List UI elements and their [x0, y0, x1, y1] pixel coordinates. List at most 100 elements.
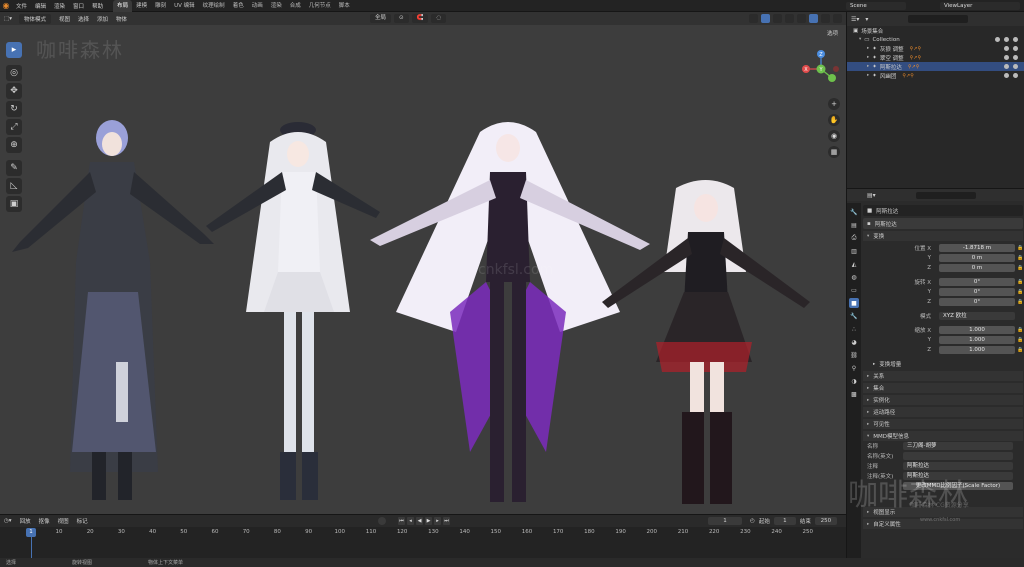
expand-icon[interactable]: ▸ — [867, 55, 869, 60]
scale-z-field[interactable]: 1.000 — [939, 346, 1015, 354]
outliner-item[interactable]: ▸ ✦ 风幽团 ⚲↗⚲ — [847, 71, 1024, 80]
rotation-mode-select[interactable]: XYZ 欧拉 — [939, 312, 1015, 320]
menu-item[interactable]: 帮助 — [88, 2, 107, 10]
timeline-menu-item[interactable]: 抠像 — [35, 517, 54, 525]
eye-icon[interactable] — [1004, 37, 1009, 42]
mmd-name-field[interactable]: 三刀阁-胡萝 — [903, 442, 1013, 450]
end-frame-field[interactable]: 250 — [814, 517, 837, 525]
pan-hand-icon[interactable]: ✋ — [828, 114, 840, 126]
menu-item[interactable]: 窗口 — [69, 2, 88, 10]
viewport-menu-item[interactable]: 物体 — [112, 15, 131, 23]
mmd-panel-header[interactable]: ▾ MMD模型信息 — [863, 431, 1023, 441]
render-camera-icon[interactable] — [1013, 46, 1018, 51]
location-z-field[interactable]: 0 m — [939, 264, 1015, 272]
checkbox-icon[interactable] — [995, 37, 1000, 42]
data-tab-icon[interactable]: ⚲ — [849, 363, 859, 373]
play-icon[interactable]: ▶ — [425, 517, 432, 525]
character-4[interactable] — [602, 180, 810, 504]
rotation-z-field[interactable]: 0° — [939, 298, 1015, 306]
add-cube-icon[interactable]: ▣ — [6, 196, 22, 212]
solid-shading-icon[interactable] — [809, 14, 818, 23]
next-keyframe-icon[interactable]: ▸ — [434, 517, 441, 525]
workspace-tab[interactable]: 纹理绘制 — [199, 0, 229, 12]
texture-tab-icon[interactable]: ▩ — [849, 389, 859, 399]
jump-start-icon[interactable]: ⏮ — [398, 517, 405, 525]
expand-icon[interactable]: ▸ — [867, 73, 869, 78]
outliner-editor-icon[interactable]: ☰▾ — [851, 16, 859, 23]
overlay-icon[interactable] — [773, 14, 782, 23]
filter-icon[interactable]: ▾ — [865, 16, 868, 23]
3d-viewport[interactable]: 咖啡森林 cnkfsl.com ⬚▾ 物体模式 视图 选择 添加 物体 全局 ⊙ 🧲 … — [0, 12, 846, 514]
lock-icon[interactable]: 🔒 — [1017, 337, 1023, 343]
timeline-editor-icon[interactable]: ◷▾ — [0, 518, 16, 524]
eye-icon[interactable] — [1004, 46, 1009, 51]
workspace-tab[interactable]: 布局 — [113, 0, 133, 12]
blender-logo-icon[interactable]: ◉ — [0, 0, 12, 12]
workspace-tab[interactable]: 渲染 — [267, 0, 286, 12]
tool-tab-icon[interactable]: 🔧 — [849, 207, 859, 217]
material-shading-icon[interactable] — [821, 14, 830, 23]
collapsed-panel-header[interactable]: ▸ 关系 — [863, 371, 1023, 381]
workspace-tab[interactable]: 雕刻 — [151, 0, 170, 12]
viewport-menu-item[interactable]: 视图 — [55, 15, 74, 23]
modifier-tab-icon[interactable]: 🔧 — [849, 311, 859, 321]
measure-icon[interactable]: ◺ — [6, 178, 22, 194]
scale-y-field[interactable]: 1.000 — [939, 336, 1015, 344]
particles-tab-icon[interactable]: ∴ — [849, 324, 859, 334]
mmd-comment-field[interactable]: 阿斯拉达 — [903, 462, 1013, 470]
eye-icon[interactable] — [1004, 55, 1009, 60]
world-tab-icon[interactable]: ◍ — [849, 272, 859, 282]
rendered-shading-icon[interactable] — [833, 14, 842, 23]
menu-item[interactable]: 文件 — [12, 2, 31, 10]
timeline-menu-item[interactable]: 标记 — [73, 517, 92, 525]
outliner-item[interactable]: ▸ ✦ 灰狼 调整 ⚲↗⚲ — [847, 44, 1024, 53]
outliner-scene-collection[interactable]: ▣ 场景集合 — [847, 26, 1024, 35]
scale-icon[interactable]: ⤢ — [6, 119, 22, 135]
snap-icon[interactable]: 🧲 — [411, 14, 429, 23]
prev-keyframe-icon[interactable]: ◂ — [407, 517, 414, 525]
render-camera-icon[interactable] — [1013, 64, 1018, 69]
record-icon[interactable] — [378, 517, 386, 525]
output-tab-icon[interactable]: ⎙ — [849, 233, 859, 243]
mode-selector[interactable]: 物体模式 — [18, 13, 51, 24]
render-camera-icon[interactable] — [1013, 73, 1018, 78]
jump-end-icon[interactable]: ⏭ — [443, 517, 450, 525]
outliner-item[interactable]: ▸ ✦ 翠空 调整 ⚲↗⚲ — [847, 53, 1024, 62]
object-data-field[interactable]: ▪ 阿斯拉达 — [863, 218, 1023, 229]
workspace-tab[interactable]: 脚本 — [335, 0, 354, 12]
pivot-icon[interactable]: ⊙ — [394, 14, 409, 23]
transform-icon[interactable]: ⊕ — [6, 137, 22, 153]
character-1[interactable] — [12, 120, 214, 500]
cursor-icon[interactable]: ◎ — [6, 65, 22, 81]
grid-icon[interactable]: ▦ — [828, 146, 840, 158]
collection-tab-icon[interactable]: ▭ — [849, 285, 859, 295]
lock-icon[interactable]: 🔒 — [1017, 279, 1023, 285]
eye-icon[interactable] — [1004, 64, 1009, 69]
delta-transform-subpanel[interactable]: ▸ 变换增量 — [863, 359, 1023, 369]
menu-item[interactable]: 渲染 — [50, 2, 69, 10]
select-box-icon[interactable]: ▸ — [6, 42, 22, 58]
material-tab-icon[interactable]: ◑ — [849, 376, 859, 386]
render-tab-icon[interactable]: ▤ — [849, 220, 859, 230]
editor-type-icon[interactable]: ⬚▾ — [0, 16, 16, 22]
lock-icon[interactable]: 🔒 — [1017, 255, 1023, 261]
eye-icon[interactable] — [1004, 73, 1009, 78]
outliner-collection[interactable]: ▾ ▭ Collection — [847, 35, 1024, 44]
clock-icon[interactable]: ◴ — [750, 518, 755, 524]
move-icon[interactable]: ✥ — [6, 83, 22, 99]
scene-selector[interactable]: Scene — [846, 2, 906, 10]
workspace-tab[interactable]: 合成 — [286, 0, 305, 12]
render-camera-icon[interactable] — [1013, 37, 1018, 42]
wireframe-shading-icon[interactable] — [797, 14, 806, 23]
visibility-icon[interactable] — [749, 14, 758, 23]
physics-tab-icon[interactable]: ◕ — [849, 337, 859, 347]
start-frame-field[interactable]: 1 — [773, 517, 796, 525]
workspace-tab[interactable]: 建模 — [132, 0, 151, 12]
rotation-x-field[interactable]: 0° — [939, 278, 1015, 286]
properties-editor-icon[interactable]: ▤▾ — [867, 192, 876, 199]
timeline-menu-item[interactable]: 回放 — [16, 517, 35, 525]
current-frame-field[interactable]: 1 — [708, 517, 742, 525]
expand-icon[interactable]: ▸ — [867, 46, 869, 51]
xray-icon[interactable] — [785, 14, 794, 23]
viewport-menu-item[interactable]: 添加 — [93, 15, 112, 23]
